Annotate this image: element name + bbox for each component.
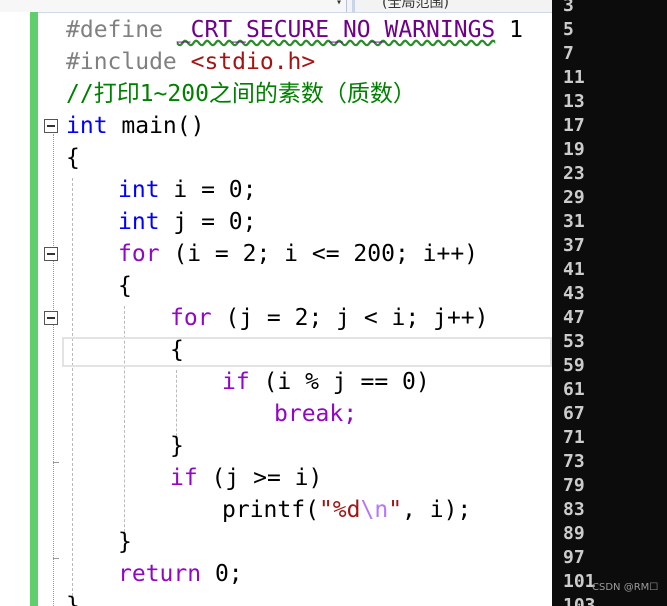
- console-output-line: 11: [563, 67, 585, 88]
- code-line-8[interactable]: for (i = 2; i <= 200; i++): [118, 238, 478, 270]
- console-output-line: 31: [563, 211, 585, 232]
- console-output-line: 79: [563, 475, 585, 496]
- code-line-2[interactable]: #include <stdio.h>: [66, 46, 315, 78]
- code-line-12[interactable]: if (i % j == 0): [222, 366, 430, 398]
- outline-end-inner-for: [53, 462, 59, 463]
- code-line-11[interactable]: {: [170, 334, 184, 366]
- code-line-5[interactable]: {: [66, 142, 80, 174]
- file-scope-dropdown[interactable]: ▾: [0, 0, 347, 12]
- console-output-line: 97: [563, 547, 585, 568]
- code-line-6[interactable]: int i = 0;: [118, 174, 256, 206]
- code-line-4[interactable]: int main(): [66, 110, 204, 142]
- dropdown-separator: [352, 0, 355, 12]
- console-output-line: 53: [563, 331, 585, 352]
- console-output-line: 59: [563, 355, 585, 376]
- console-output-line: 17: [563, 115, 585, 136]
- navigation-bar: ▾ (全局范围): [0, 0, 552, 13]
- console-output-line: 73: [563, 451, 585, 472]
- console-output-line: 23: [563, 163, 585, 184]
- console-output-line: 41: [563, 259, 585, 280]
- console-output-line: 47: [563, 307, 585, 328]
- outline-line-main: [53, 134, 54, 606]
- watermark: CSDN @RM☐: [592, 582, 659, 593]
- collapse-inner-for-icon[interactable]: [44, 311, 58, 325]
- code-line-13[interactable]: break;: [274, 398, 357, 430]
- chevron-down-icon[interactable]: ▾: [336, 0, 342, 8]
- collapse-outer-for-icon[interactable]: [44, 247, 58, 261]
- code-line-7[interactable]: int j = 0;: [118, 206, 256, 238]
- console-output-window[interactable]: 3 5 7 11 13 17 19 23 29 31 37 41 43 47 53 59 61 67 71 73 79 8…: [552, 0, 667, 606]
- indent-guide-1: [72, 178, 73, 606]
- code-editor[interactable]: ▾ (全局范围) #define _CRT_SECURE_NO_WARNINGS…: [0, 0, 552, 606]
- console-output-line: 29: [563, 187, 585, 208]
- code-line-15[interactable]: if (j >= i): [170, 462, 322, 494]
- collapse-main-icon[interactable]: [44, 119, 58, 133]
- code-line-14[interactable]: }: [170, 430, 184, 462]
- console-output-line: 7: [563, 43, 574, 64]
- code-line-10[interactable]: for (j = 2; j < i; j++): [170, 302, 489, 334]
- console-output-line: 19: [563, 139, 585, 160]
- code-line-19[interactable]: }: [66, 590, 80, 606]
- code-line-16[interactable]: printf("%d\n", i);: [222, 494, 471, 526]
- code-line-17[interactable]: }: [118, 526, 132, 558]
- code-line-18[interactable]: return 0;: [118, 558, 243, 590]
- console-output-line: 43: [563, 283, 585, 304]
- current-line-highlight: [62, 337, 552, 367]
- console-output-line: 101: [563, 571, 596, 592]
- console-output-line: 37: [563, 235, 585, 256]
- outline-end-outer-for: [53, 558, 59, 559]
- console-output-line: 71: [563, 427, 585, 448]
- console-output-line: 3: [563, 0, 574, 16]
- console-output-line: 13: [563, 91, 585, 112]
- console-output-line: 83: [563, 499, 585, 520]
- change-tracking-bar: [30, 12, 38, 606]
- code-line-9[interactable]: {: [118, 270, 132, 302]
- line-margin: [0, 12, 30, 606]
- code-line-1[interactable]: #define _CRT_SECURE_NO_WARNINGS 1: [66, 14, 523, 46]
- console-output-line: 103: [563, 595, 596, 606]
- scope-dropdown-label[interactable]: (全局范围): [382, 0, 449, 12]
- console-output-line: 89: [563, 523, 585, 544]
- console-output-line: 5: [563, 19, 574, 40]
- code-line-3[interactable]: //打印1~200之间的素数（质数）: [66, 78, 416, 110]
- console-output-line: 67: [563, 403, 585, 424]
- console-output-line: 61: [563, 379, 585, 400]
